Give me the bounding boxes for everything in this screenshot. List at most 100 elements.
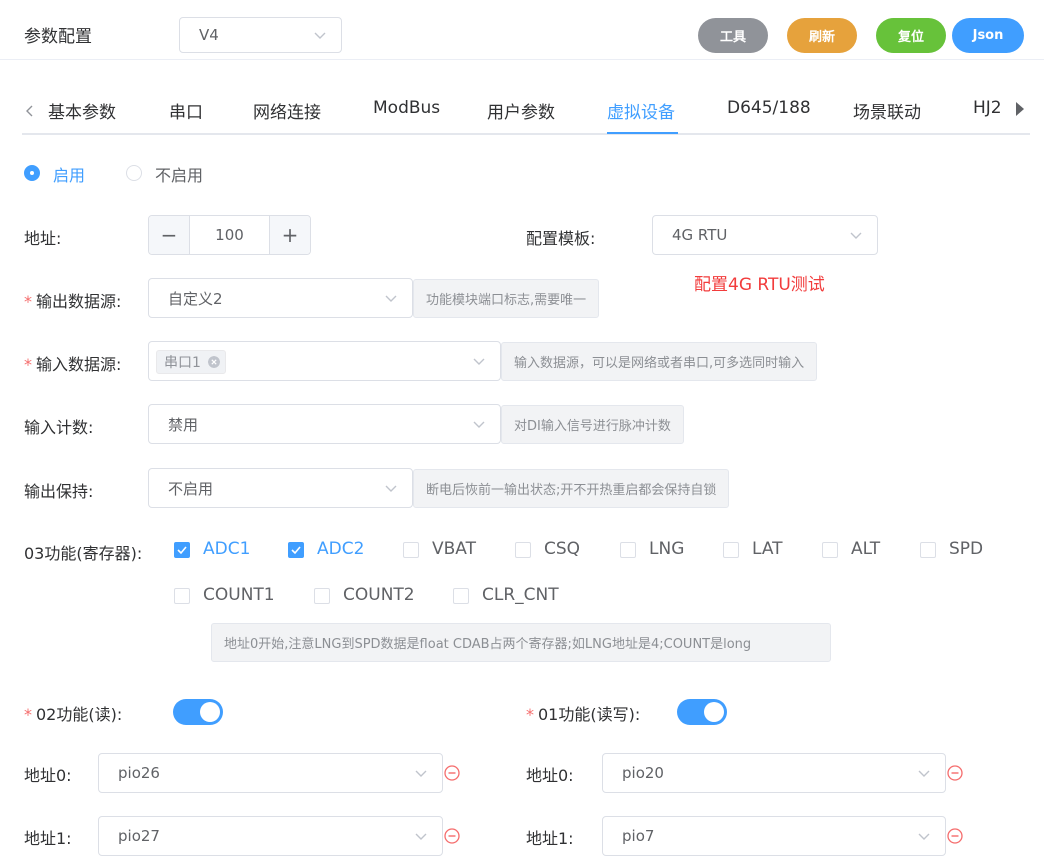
func01-addr1-value: pio7 bbox=[622, 827, 655, 845]
required-mark: * bbox=[24, 292, 32, 311]
tab-hj2[interactable]: HJ2 bbox=[973, 98, 1002, 118]
output-source-hint: 功能模块端口标志,需要唯一 bbox=[413, 279, 600, 318]
chevron-down-icon bbox=[918, 770, 930, 777]
tab-scroll-right-icon[interactable] bbox=[1014, 101, 1026, 117]
address-label: 地址: bbox=[24, 229, 62, 248]
checkbox-label: COUNT1 bbox=[203, 585, 275, 605]
checkbox-clr-cnt[interactable] bbox=[453, 588, 469, 604]
tools-button[interactable]: 工具 bbox=[698, 18, 768, 53]
checkbox-csq[interactable] bbox=[515, 542, 531, 558]
output-hold-label: 输出保持: bbox=[24, 482, 94, 501]
input-count-hint: 对DI输入信号进行脉冲计数 bbox=[501, 405, 684, 444]
tab-virtual-device[interactable]: 虚拟设备 bbox=[607, 98, 675, 123]
output-source-select[interactable]: 自定义2 bbox=[148, 278, 413, 318]
address-stepper[interactable]: − 100 + bbox=[148, 215, 311, 255]
json-button[interactable]: Json bbox=[952, 18, 1024, 53]
func01-addr0-value: pio20 bbox=[622, 764, 664, 782]
required-mark: * bbox=[24, 355, 32, 374]
check-icon bbox=[291, 546, 301, 555]
func02-addr0-value: pio26 bbox=[118, 764, 160, 782]
tab-modbus[interactable]: ModBus bbox=[373, 98, 440, 118]
check-icon bbox=[177, 546, 187, 555]
func02-label: * 02功能(读): bbox=[24, 701, 122, 725]
func02-label-text: 02功能(读): bbox=[36, 705, 123, 724]
increment-button[interactable]: + bbox=[269, 216, 310, 254]
checkbox-count1[interactable] bbox=[174, 588, 190, 604]
decrement-button[interactable]: − bbox=[149, 216, 190, 254]
tab-serial[interactable]: 串口 bbox=[169, 98, 203, 123]
func01-label: * 01功能(读写): bbox=[526, 701, 640, 725]
tabs-baseline bbox=[22, 133, 1030, 135]
func02-addr0-select[interactable]: pio26 bbox=[98, 753, 443, 793]
func02-addr1-label: 地址1: bbox=[24, 829, 72, 848]
checkbox-alt[interactable] bbox=[822, 542, 838, 558]
checkbox-vbat[interactable] bbox=[403, 542, 419, 558]
version-select[interactable]: V4 bbox=[179, 17, 342, 53]
checkbox-label: LNG bbox=[649, 539, 685, 559]
page-title: 参数配置 bbox=[24, 27, 92, 47]
required-mark: * bbox=[24, 705, 32, 724]
chevron-down-icon bbox=[473, 421, 485, 428]
func01-addr0-select[interactable]: pio20 bbox=[602, 753, 946, 793]
checkbox-spd[interactable] bbox=[920, 542, 936, 558]
func01-addr0-label: 地址0: bbox=[526, 766, 574, 785]
chevron-down-icon bbox=[314, 32, 326, 39]
address-value[interactable]: 100 bbox=[190, 216, 269, 254]
tab-basic-params[interactable]: 基本参数 bbox=[48, 98, 116, 123]
template-label: 配置模板: bbox=[526, 229, 596, 248]
disable-radio-label: 不启用 bbox=[155, 166, 204, 185]
tab-d645[interactable]: D645/188 bbox=[727, 98, 811, 118]
input-source-tag: 串口1 bbox=[156, 350, 226, 374]
checkbox-lat[interactable] bbox=[723, 542, 739, 558]
func01-addr1-label: 地址1: bbox=[526, 829, 574, 848]
checkbox-count2[interactable] bbox=[314, 588, 330, 604]
output-hold-select[interactable]: 不启用 bbox=[148, 468, 413, 508]
input-count-select[interactable]: 禁用 bbox=[148, 404, 501, 444]
checkbox-adc2[interactable] bbox=[288, 542, 304, 558]
func01-switch[interactable] bbox=[677, 699, 727, 725]
chevron-down-icon bbox=[385, 485, 397, 492]
template-note: 配置4G RTU测试 bbox=[694, 275, 825, 295]
func02-switch[interactable] bbox=[173, 699, 223, 725]
checkbox-adc1[interactable] bbox=[174, 542, 190, 558]
chevron-down-icon bbox=[918, 833, 930, 840]
func01-label-text: 01功能(读写): bbox=[538, 705, 641, 724]
func02-addr0-label: 地址0: bbox=[24, 766, 72, 785]
checkbox-lng[interactable] bbox=[620, 542, 636, 558]
header-divider bbox=[0, 59, 1044, 60]
tab-scroll-left-icon[interactable] bbox=[25, 104, 35, 118]
enable-radio[interactable] bbox=[24, 165, 40, 181]
input-source-tag-label: 串口1 bbox=[164, 355, 201, 371]
chevron-down-icon bbox=[415, 770, 427, 777]
reset-button[interactable]: 复位 bbox=[876, 18, 946, 53]
func01-addr1-select[interactable]: pio7 bbox=[602, 816, 946, 856]
remove-circle-icon[interactable] bbox=[947, 765, 963, 781]
output-source-label-text: 输出数据源: bbox=[36, 292, 122, 311]
input-source-label-text: 输入数据源: bbox=[36, 355, 122, 374]
chevron-down-icon bbox=[850, 232, 862, 239]
checkbox-label: CSQ bbox=[544, 539, 581, 559]
input-count-label: 输入计数: bbox=[24, 418, 94, 437]
checkbox-label: ADC2 bbox=[317, 539, 365, 559]
output-source-value: 自定义2 bbox=[168, 289, 223, 308]
input-source-label: * 输入数据源: bbox=[24, 351, 121, 375]
remove-circle-icon[interactable] bbox=[947, 828, 963, 844]
remove-circle-icon[interactable] bbox=[444, 765, 460, 781]
enable-radio-label: 启用 bbox=[53, 166, 86, 185]
version-select-value: V4 bbox=[199, 26, 219, 44]
func03-hint: 地址0开始,注意LNG到SPD数据是float CDAB占两个寄存器;如LNG地… bbox=[211, 623, 831, 662]
func02-addr1-select[interactable]: pio27 bbox=[98, 816, 443, 856]
remove-circle-icon[interactable] bbox=[444, 828, 460, 844]
refresh-button[interactable]: 刷新 bbox=[787, 18, 857, 53]
output-hold-value: 不启用 bbox=[168, 479, 214, 498]
output-source-label: * 输出数据源: bbox=[24, 288, 121, 312]
tab-user-params[interactable]: 用户参数 bbox=[487, 98, 555, 123]
chevron-down-icon bbox=[385, 295, 397, 302]
checkbox-label: ALT bbox=[851, 539, 881, 559]
template-select[interactable]: 4G RTU bbox=[652, 215, 878, 255]
close-icon[interactable] bbox=[208, 356, 220, 368]
tab-network[interactable]: 网络连接 bbox=[253, 98, 321, 123]
tab-scene[interactable]: 场景联动 bbox=[853, 98, 921, 123]
input-count-value: 禁用 bbox=[168, 415, 199, 434]
disable-radio[interactable] bbox=[126, 165, 142, 181]
